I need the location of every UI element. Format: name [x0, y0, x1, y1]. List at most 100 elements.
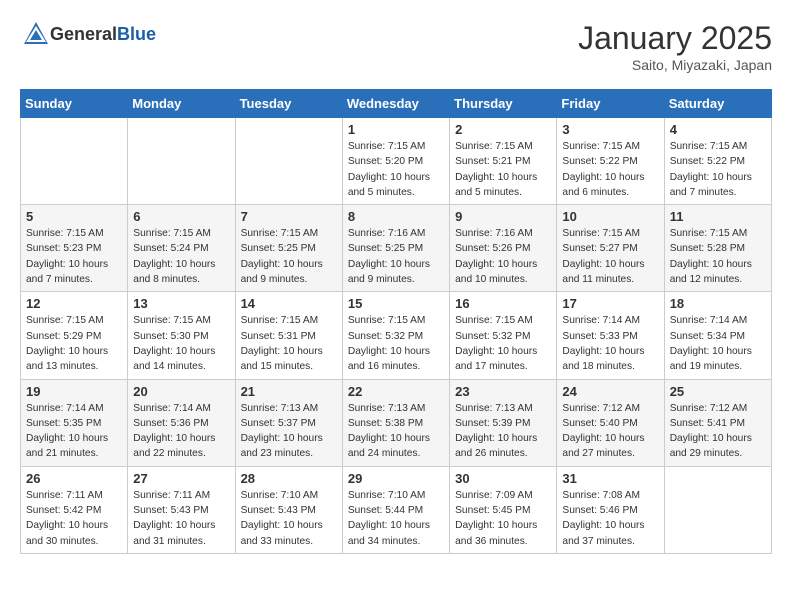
calendar-cell: 15 Sunrise: 7:15 AM Sunset: 5:32 PM Dayli…: [342, 292, 449, 379]
calendar-table: SundayMondayTuesdayWednesdayThursdayFrid…: [20, 89, 772, 554]
calendar-cell: 16 Sunrise: 7:15 AM Sunset: 5:32 PM Dayli…: [450, 292, 557, 379]
week-row-2: 5 Sunrise: 7:15 AM Sunset: 5:23 PM Daylig…: [21, 205, 772, 292]
calendar-cell: 4 Sunrise: 7:15 AM Sunset: 5:22 PM Daylig…: [664, 118, 771, 205]
day-info: Sunrise: 7:14 AM Sunset: 5:35 PM Dayligh…: [26, 401, 122, 462]
day-number: 12: [26, 296, 122, 311]
day-info: Sunrise: 7:15 AM Sunset: 5:27 PM Dayligh…: [562, 226, 658, 287]
day-info: Sunrise: 7:15 AM Sunset: 5:24 PM Dayligh…: [133, 226, 229, 287]
day-number: 11: [670, 209, 766, 224]
calendar-cell: 22 Sunrise: 7:13 AM Sunset: 5:38 PM Dayli…: [342, 379, 449, 466]
day-info: Sunrise: 7:14 AM Sunset: 5:34 PM Dayligh…: [670, 313, 766, 374]
day-header-tuesday: Tuesday: [235, 90, 342, 118]
day-number: 18: [670, 296, 766, 311]
day-number: 17: [562, 296, 658, 311]
day-number: 10: [562, 209, 658, 224]
day-number: 28: [241, 471, 337, 486]
day-number: 5: [26, 209, 122, 224]
day-number: 25: [670, 384, 766, 399]
calendar-cell: 21 Sunrise: 7:13 AM Sunset: 5:37 PM Dayli…: [235, 379, 342, 466]
day-info: Sunrise: 7:16 AM Sunset: 5:25 PM Dayligh…: [348, 226, 444, 287]
calendar-cell: 17Sunrise: 7:14 AM Sunset: 5:33 PM Dayli…: [557, 292, 664, 379]
day-number: 1: [348, 122, 444, 137]
month-title: January 2025: [578, 20, 772, 57]
calendar-cell: 23 Sunrise: 7:13 AM Sunset: 5:39 PM Dayli…: [450, 379, 557, 466]
calendar-cell: 18 Sunrise: 7:14 AM Sunset: 5:34 PM Dayli…: [664, 292, 771, 379]
location: Saito, Miyazaki, Japan: [578, 57, 772, 73]
calendar-cell: 20 Sunrise: 7:14 AM Sunset: 5:36 PM Dayli…: [128, 379, 235, 466]
day-info: Sunrise: 7:15 AM Sunset: 5:22 PM Dayligh…: [562, 139, 658, 200]
calendar-cell: 5 Sunrise: 7:15 AM Sunset: 5:23 PM Daylig…: [21, 205, 128, 292]
week-row-5: 26Sunrise: 7:11 AM Sunset: 5:42 PM Dayli…: [21, 466, 772, 553]
day-header-wednesday: Wednesday: [342, 90, 449, 118]
calendar-cell: 6 Sunrise: 7:15 AM Sunset: 5:24 PM Daylig…: [128, 205, 235, 292]
day-info: Sunrise: 7:13 AM Sunset: 5:38 PM Dayligh…: [348, 401, 444, 462]
day-number: 16: [455, 296, 551, 311]
day-info: Sunrise: 7:15 AM Sunset: 5:29 PM Dayligh…: [26, 313, 122, 374]
day-header-thursday: Thursday: [450, 90, 557, 118]
calendar-cell: [128, 118, 235, 205]
calendar-cell: 28Sunrise: 7:10 AM Sunset: 5:43 PM Dayli…: [235, 466, 342, 553]
week-row-1: 1Sunrise: 7:15 AM Sunset: 5:20 PM Daylig…: [21, 118, 772, 205]
day-number: 3: [562, 122, 658, 137]
day-info: Sunrise: 7:15 AM Sunset: 5:30 PM Dayligh…: [133, 313, 229, 374]
calendar-cell: 14Sunrise: 7:15 AM Sunset: 5:31 PM Dayli…: [235, 292, 342, 379]
day-number: 19: [26, 384, 122, 399]
calendar-cell: 31 Sunrise: 7:08 AM Sunset: 5:46 PM Dayli…: [557, 466, 664, 553]
day-number: 21: [241, 384, 337, 399]
day-number: 7: [241, 209, 337, 224]
week-row-3: 12 Sunrise: 7:15 AM Sunset: 5:29 PM Dayli…: [21, 292, 772, 379]
day-info: Sunrise: 7:12 AM Sunset: 5:40 PM Dayligh…: [562, 401, 658, 462]
calendar-cell: 11 Sunrise: 7:15 AM Sunset: 5:28 PM Dayli…: [664, 205, 771, 292]
day-number: 4: [670, 122, 766, 137]
day-info: Sunrise: 7:09 AM Sunset: 5:45 PM Dayligh…: [455, 488, 551, 549]
calendar-cell: [235, 118, 342, 205]
day-number: 22: [348, 384, 444, 399]
day-info: Sunrise: 7:13 AM Sunset: 5:39 PM Dayligh…: [455, 401, 551, 462]
day-info: Sunrise: 7:15 AM Sunset: 5:32 PM Dayligh…: [348, 313, 444, 374]
calendar-cell: 24Sunrise: 7:12 AM Sunset: 5:40 PM Dayli…: [557, 379, 664, 466]
day-number: 9: [455, 209, 551, 224]
calendar-cell: 3 Sunrise: 7:15 AM Sunset: 5:22 PM Daylig…: [557, 118, 664, 205]
calendar-cell: 1Sunrise: 7:15 AM Sunset: 5:20 PM Daylig…: [342, 118, 449, 205]
logo: GeneralBlue: [20, 20, 156, 48]
day-info: Sunrise: 7:12 AM Sunset: 5:41 PM Dayligh…: [670, 401, 766, 462]
day-number: 31: [562, 471, 658, 486]
logo-text-general: General: [50, 24, 117, 44]
day-info: Sunrise: 7:11 AM Sunset: 5:43 PM Dayligh…: [133, 488, 229, 549]
day-number: 20: [133, 384, 229, 399]
calendar-cell: 30 Sunrise: 7:09 AM Sunset: 5:45 PM Dayli…: [450, 466, 557, 553]
day-header-friday: Friday: [557, 90, 664, 118]
day-info: Sunrise: 7:15 AM Sunset: 5:22 PM Dayligh…: [670, 139, 766, 200]
calendar-cell: 7 Sunrise: 7:15 AM Sunset: 5:25 PM Daylig…: [235, 205, 342, 292]
day-number: 6: [133, 209, 229, 224]
day-info: Sunrise: 7:15 AM Sunset: 5:21 PM Dayligh…: [455, 139, 551, 200]
day-info: Sunrise: 7:10 AM Sunset: 5:44 PM Dayligh…: [348, 488, 444, 549]
calendar-cell: 9 Sunrise: 7:16 AM Sunset: 5:26 PM Daylig…: [450, 205, 557, 292]
calendar-cell: 25 Sunrise: 7:12 AM Sunset: 5:41 PM Dayli…: [664, 379, 771, 466]
day-number: 13: [133, 296, 229, 311]
day-number: 2: [455, 122, 551, 137]
day-info: Sunrise: 7:15 AM Sunset: 5:25 PM Dayligh…: [241, 226, 337, 287]
week-row-4: 19 Sunrise: 7:14 AM Sunset: 5:35 PM Dayli…: [21, 379, 772, 466]
calendar-cell: 10 Sunrise: 7:15 AM Sunset: 5:27 PM Dayli…: [557, 205, 664, 292]
day-info: Sunrise: 7:15 AM Sunset: 5:23 PM Dayligh…: [26, 226, 122, 287]
day-number: 26: [26, 471, 122, 486]
day-info: Sunrise: 7:15 AM Sunset: 5:32 PM Dayligh…: [455, 313, 551, 374]
day-info: Sunrise: 7:08 AM Sunset: 5:46 PM Dayligh…: [562, 488, 658, 549]
day-info: Sunrise: 7:14 AM Sunset: 5:36 PM Dayligh…: [133, 401, 229, 462]
day-info: Sunrise: 7:15 AM Sunset: 5:28 PM Dayligh…: [670, 226, 766, 287]
day-number: 14: [241, 296, 337, 311]
calendar-cell: [21, 118, 128, 205]
day-number: 23: [455, 384, 551, 399]
calendar-cell: [664, 466, 771, 553]
calendar-header-row: SundayMondayTuesdayWednesdayThursdayFrid…: [21, 90, 772, 118]
day-number: 30: [455, 471, 551, 486]
day-info: Sunrise: 7:16 AM Sunset: 5:26 PM Dayligh…: [455, 226, 551, 287]
day-info: Sunrise: 7:13 AM Sunset: 5:37 PM Dayligh…: [241, 401, 337, 462]
calendar-cell: 29Sunrise: 7:10 AM Sunset: 5:44 PM Dayli…: [342, 466, 449, 553]
title-block: January 2025 Saito, Miyazaki, Japan: [578, 20, 772, 73]
day-number: 8: [348, 209, 444, 224]
day-header-saturday: Saturday: [664, 90, 771, 118]
day-number: 15: [348, 296, 444, 311]
logo-icon: [22, 20, 50, 48]
